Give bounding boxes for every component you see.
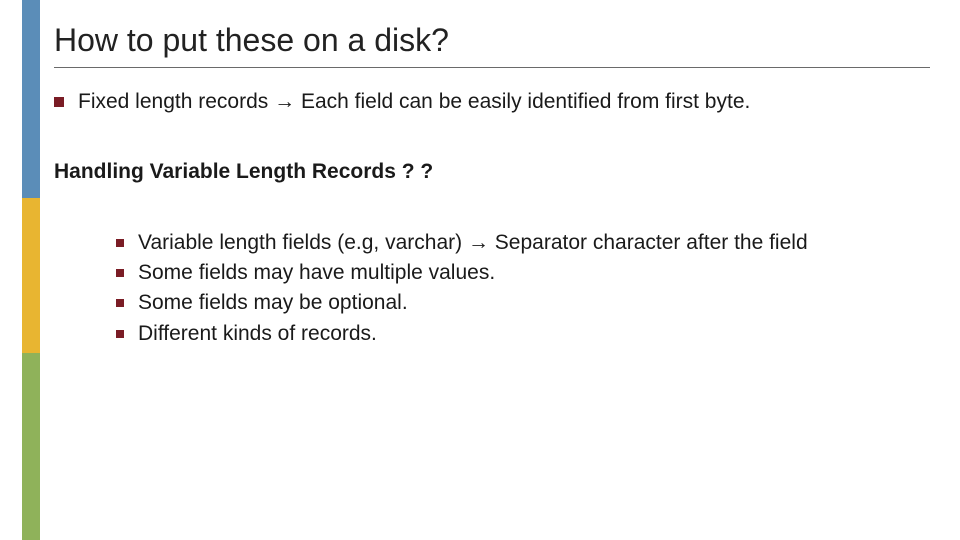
bullet-item: Fixed length records → Each field can be…	[54, 88, 940, 116]
accent-yellow	[22, 198, 40, 353]
square-bullet-icon	[54, 97, 64, 107]
sub-bullet-item: Some fields may be optional.	[116, 289, 940, 317]
sub-bullet-text: Different kinds of records.	[138, 320, 377, 348]
text-part: Separator character after the field	[489, 231, 808, 254]
text-part: Variable length fields (e.g, varchar)	[138, 231, 468, 254]
sub-bullet-list: Variable length fields (e.g, varchar) → …	[116, 229, 940, 348]
square-bullet-icon	[116, 330, 124, 338]
arrow-icon: →	[468, 231, 489, 254]
slide-body: Fixed length records → Each field can be…	[54, 88, 940, 350]
accent-green	[22, 353, 40, 540]
square-bullet-icon	[116, 239, 124, 247]
sub-bullet-item: Different kinds of records.	[116, 320, 940, 348]
square-bullet-icon	[116, 299, 124, 307]
sub-bullet-item: Variable length fields (e.g, varchar) → …	[116, 229, 940, 257]
slide: How to put these on a disk? Fixed length…	[0, 0, 960, 540]
square-bullet-icon	[116, 269, 124, 277]
text-part: Fixed length records	[78, 90, 274, 113]
sub-bullet-text: Some fields may be optional.	[138, 289, 408, 317]
sidebar-accent	[0, 0, 40, 540]
sub-bullet-item: Some fields may have multiple values.	[116, 259, 940, 287]
text-part: Each field can be easily identified from…	[295, 90, 750, 113]
arrow-icon: →	[274, 90, 295, 113]
subheading: Handling Variable Length Records ? ?	[54, 158, 940, 186]
accent-blue	[22, 0, 40, 216]
slide-title: How to put these on a disk?	[54, 22, 930, 68]
sub-bullet-text: Variable length fields (e.g, varchar) → …	[138, 229, 808, 257]
bullet-text: Fixed length records → Each field can be…	[78, 88, 750, 116]
sub-bullet-text: Some fields may have multiple values.	[138, 259, 495, 287]
